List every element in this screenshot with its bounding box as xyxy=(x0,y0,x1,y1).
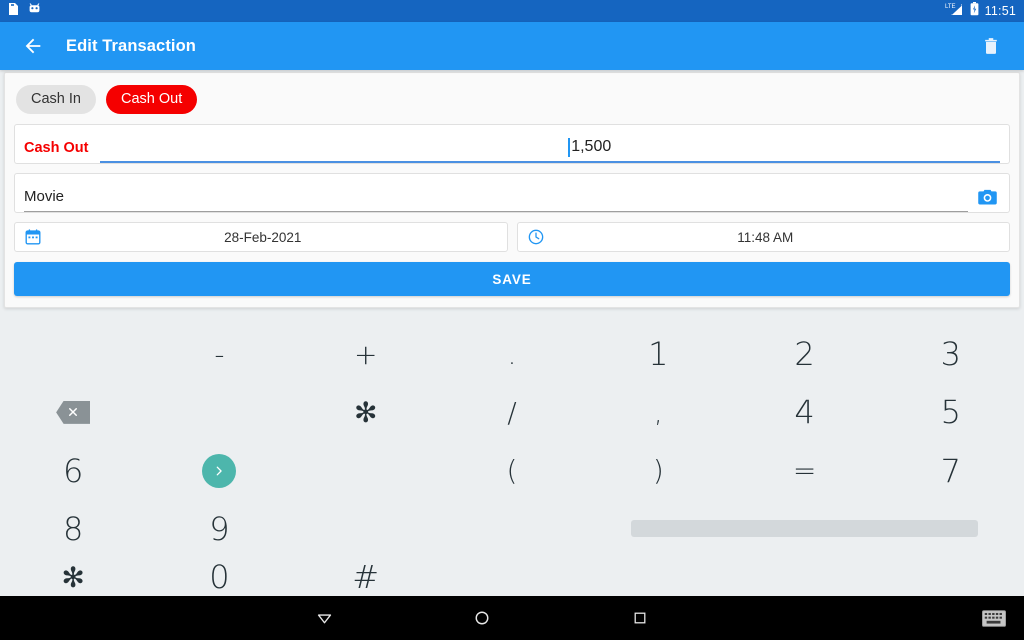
numeric-keyboard: - +. 1 2 3 ✻ /, 4 5 6() = 7 8 9 ✻ 0 # xyxy=(0,325,1024,596)
nav-buttons xyxy=(0,598,964,638)
nav-recents-button[interactable] xyxy=(620,598,660,638)
battery-charging-icon xyxy=(970,1,979,21)
key-9[interactable]: 9 xyxy=(146,500,292,558)
key-blank xyxy=(439,500,585,558)
key-space[interactable] xyxy=(631,520,978,538)
description-input[interactable]: Movie xyxy=(24,182,968,212)
key-5[interactable]: 5 xyxy=(878,383,1024,441)
chip-cash-out[interactable]: Cash Out xyxy=(105,85,198,114)
key-4[interactable]: 4 xyxy=(731,383,877,441)
key-equals[interactable]: = xyxy=(731,442,877,500)
android-screen: LTE 11:51 Edit Transaction Cash In Cash … xyxy=(0,0,1024,640)
svg-text:LTE: LTE xyxy=(945,4,956,10)
key-backspace[interactable] xyxy=(56,400,91,424)
key-minus[interactable]: - xyxy=(146,325,292,383)
key-blank xyxy=(293,442,439,500)
amount-label: Cash Out xyxy=(24,140,89,156)
status-bar-clock: 11:51 xyxy=(984,4,1016,18)
date-picker[interactable]: 28-Feb-2021 xyxy=(14,222,508,252)
key-period[interactable]: . xyxy=(439,325,585,383)
calendar-icon xyxy=(23,229,43,245)
nav-back-button[interactable] xyxy=(304,598,344,638)
key-blank xyxy=(439,558,585,596)
key-1[interactable]: 1 xyxy=(585,325,731,383)
delete-button[interactable] xyxy=(974,29,1008,63)
date-value: 28-Feb-2021 xyxy=(224,229,302,245)
robot-icon xyxy=(28,2,41,20)
amount-input-content: 1,500 xyxy=(568,137,612,157)
key-2[interactable]: 2 xyxy=(731,325,877,383)
key-blank xyxy=(293,500,439,558)
app-bar: Edit Transaction xyxy=(0,22,1024,70)
description-value: Movie xyxy=(24,188,65,205)
camera-icon xyxy=(977,189,997,204)
chip-cash-in[interactable]: Cash In xyxy=(16,85,96,114)
status-bar-system: LTE 11:51 xyxy=(945,1,1016,21)
key-plus[interactable]: + xyxy=(293,325,439,383)
time-value: 11:48 AM xyxy=(737,229,794,245)
amount-input[interactable]: 1,500 xyxy=(100,133,1000,163)
keyboard-grid: - +. 1 2 3 ✻ /, 4 5 6() = 7 8 9 ✻ 0 # xyxy=(0,325,1024,596)
attach-photo-button[interactable] xyxy=(974,182,1000,212)
key-0[interactable]: 0 xyxy=(146,558,292,596)
transaction-type-chips: Cash In Cash Out xyxy=(14,82,1010,123)
key-space xyxy=(585,500,1024,558)
amount-row: Cash Out 1,500 xyxy=(15,125,1009,163)
date-time-row: 28-Feb-2021 11:48 AM xyxy=(14,222,1010,252)
android-nav-bar xyxy=(0,596,1024,640)
key-blank xyxy=(146,383,292,441)
key-7[interactable]: 7 xyxy=(878,442,1024,500)
key-blank xyxy=(0,325,146,383)
key-enter xyxy=(146,442,292,500)
clock-icon xyxy=(526,229,546,245)
description-row: Movie xyxy=(15,174,1009,212)
nav-switch-keyboard-button[interactable] xyxy=(964,609,1024,627)
nav-home-circle-icon xyxy=(475,611,489,625)
key-backspace xyxy=(0,383,146,441)
save-button[interactable]: SAVE xyxy=(14,262,1010,296)
nav-home-button[interactable] xyxy=(462,598,502,638)
time-picker[interactable]: 11:48 AM xyxy=(516,222,1010,252)
key-enter[interactable] xyxy=(202,453,237,488)
text-caret xyxy=(568,137,571,157)
trash-icon xyxy=(985,38,997,54)
back-button[interactable] xyxy=(16,29,50,63)
signal-bars-icon: LTE xyxy=(945,2,964,21)
key-paren-open[interactable]: ( xyxy=(439,442,585,500)
backspace-x-icon xyxy=(69,408,78,417)
key-6[interactable]: 6 xyxy=(0,442,146,500)
status-bar: LTE 11:51 xyxy=(0,0,1024,22)
amount-field-box: Cash Out 1,500 xyxy=(14,124,1010,164)
nav-recents-square-icon xyxy=(634,612,646,624)
description-field-box: Movie xyxy=(14,173,1010,213)
amount-value: 1,500 xyxy=(571,138,612,155)
page-title: Edit Transaction xyxy=(66,36,196,55)
key-slash[interactable]: / xyxy=(439,383,585,441)
status-bar-notifications xyxy=(8,2,41,21)
key-asterisk[interactable]: ✻ xyxy=(293,383,439,441)
key-asterisk-2[interactable]: ✻ xyxy=(0,558,146,596)
key-8[interactable]: 8 xyxy=(0,500,146,558)
transaction-form-card: Cash In Cash Out Cash Out 1,500 Movie 28… xyxy=(4,72,1020,308)
chevron-right-icon xyxy=(217,466,223,476)
key-comma[interactable]: , xyxy=(585,383,731,441)
sim-card-icon xyxy=(8,2,19,21)
key-3[interactable]: 3 xyxy=(878,325,1024,383)
nav-back-triangle-icon xyxy=(317,613,331,623)
key-hash[interactable]: # xyxy=(293,558,439,596)
key-paren-close[interactable]: ) xyxy=(585,442,731,500)
nav-keyboard-icon xyxy=(982,609,1006,627)
back-arrow-icon xyxy=(25,38,41,54)
